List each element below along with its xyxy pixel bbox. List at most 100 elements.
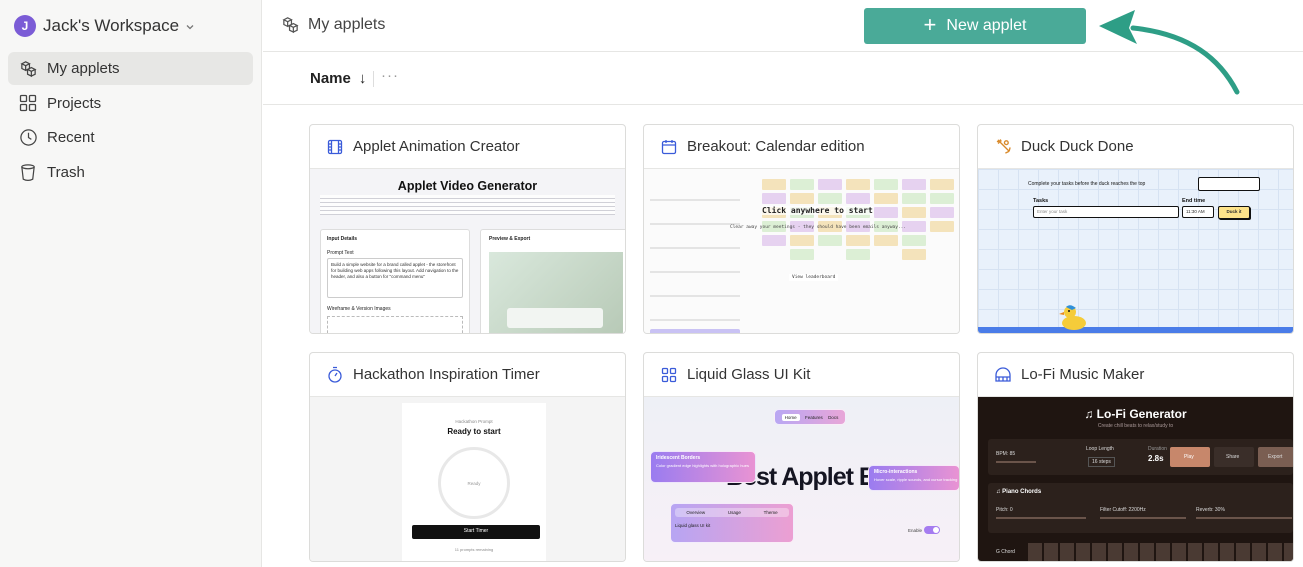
timer-panel: Hackathon Prompt Ready to start Ready St… (402, 403, 546, 561)
arrow-down-icon: ↓ (358, 70, 367, 87)
sidebar-item-recent[interactable]: Recent (8, 121, 253, 154)
calendar-column (874, 179, 898, 249)
wireframe-label: Wireframe & Version Images (327, 306, 391, 312)
hint-text: Clear away your meetings - they should h… (730, 225, 907, 230)
card-header: Breakout: Calendar edition (644, 125, 959, 169)
end-time-label: End time (1182, 198, 1206, 204)
share-button: Share (1214, 447, 1254, 467)
sidebar-stats (650, 177, 740, 327)
chevron-down-icon (186, 25, 194, 30)
time-input: 11:30 AM (1182, 206, 1214, 218)
sidebar-item-trash[interactable]: Trash (8, 156, 253, 189)
card-title: Hackathon Inspiration Timer (353, 366, 540, 383)
lofi-controls: BPM: 85 Loop Length 16 steps Duration 2.… (988, 439, 1293, 475)
card-title: Lo-Fi Music Maker (1021, 366, 1145, 383)
glass-panel: Overview Usage Theme Liquid glass UI kit (670, 503, 794, 543)
card-title: Liquid Glass UI Kit (687, 366, 811, 383)
divider (373, 71, 374, 87)
preview-label: Preview & Export (489, 236, 531, 242)
paddle (650, 329, 740, 333)
new-applet-button[interactable]: + New applet (864, 8, 1086, 44)
tasks-label: Tasks (1033, 198, 1049, 204)
card-preview: Click anywhere to start Clear away your … (644, 169, 959, 333)
leaderboard-link: View leaderboard (789, 274, 839, 281)
toggle-switch (924, 526, 940, 534)
toggle-label: Enable (908, 528, 923, 533)
glass-tab: Usage (727, 510, 741, 515)
loop-label: Loop Length (1086, 446, 1114, 452)
step-sequencer (1028, 543, 1293, 561)
glass-card: Micro-interactions Hover scale, ripple s… (868, 465, 959, 491)
grid-icon (18, 93, 38, 113)
plus-icon: + (923, 12, 937, 37)
sidebar-item-label: Projects (47, 94, 102, 112)
sidebar: J Jack's Workspace My applets Projects R… (0, 0, 262, 567)
more-options-button[interactable]: ··· (381, 67, 399, 84)
input-label: Input Details (327, 236, 358, 242)
start-timer-button: Start Timer (412, 525, 540, 539)
timer-heading: Ready to start (447, 427, 501, 436)
applets-icon (18, 59, 38, 79)
prompt-caption: Hackathon Prompt (455, 419, 493, 424)
applet-card[interactable]: Hackathon Inspiration Timer Hackathon Pr… (309, 352, 626, 562)
lofi-subtitle: Create chill beats to relax/study to (1097, 423, 1174, 429)
card-preview: Complete your tasks before the duck reac… (978, 169, 1293, 333)
calendar-column (930, 179, 954, 235)
applet-card[interactable]: Duck Duck Done Complete your tasks befor… (977, 124, 1294, 334)
glass-tab: Home (781, 413, 800, 421)
filter-label: Filter Cutoff: 2200Hz (1100, 507, 1146, 513)
duck-icon (994, 138, 1012, 156)
card-preview: Home Features Docs Best Applet Ev Irides… (644, 397, 959, 561)
trash-icon (18, 162, 38, 182)
sidebar-item-label: Trash (47, 163, 85, 181)
glass-tab: Theme (763, 510, 778, 515)
pitch-label: Pitch: 0 (996, 507, 1013, 513)
applets-icon (282, 17, 299, 34)
applet-card[interactable]: Breakout: Calendar edition Click anywher… (643, 124, 960, 334)
workspace-name: Jack's Workspace (43, 16, 180, 35)
video-preview (489, 252, 623, 333)
water-bar (978, 327, 1293, 333)
sidebar-item-label: Recent (47, 129, 95, 146)
sidebar-item-my-applets[interactable]: My applets (8, 52, 253, 85)
chord-label: G Chord (996, 549, 1015, 555)
prompt-label: Prompt Text (327, 250, 354, 256)
prompt-textarea: Build a simple website for a brand calle… (327, 258, 463, 298)
kit-label: Liquid glass UI kit (675, 523, 711, 528)
loop-select: 16 steps (1088, 457, 1115, 467)
glass-card-title: Micro-interactions (874, 469, 918, 475)
workspace-switcher[interactable]: J Jack's Workspace (14, 13, 195, 39)
applet-card[interactable]: Lo-Fi Music Maker ♫ Lo-Fi Generator Crea… (977, 352, 1294, 562)
card-title: Breakout: Calendar edition (687, 138, 865, 155)
card-preview: ♫ Lo-Fi Generator Create chill beats to … (978, 397, 1293, 561)
film-icon (326, 138, 344, 156)
sort-by-name-button[interactable]: Name ↓ (310, 70, 366, 87)
glass-card-text: Hover scale, ripple sounds, and cursor t… (874, 477, 958, 482)
glass-card-title: Iridescent Borders (656, 455, 701, 461)
glass-card: Iridescent Borders Color gradient edge h… (650, 451, 756, 483)
workspace-avatar: J (14, 15, 36, 37)
duration-value: 2.8s (1148, 454, 1164, 463)
card-header: Applet Animation Creator (310, 125, 625, 169)
card-preview: Applet Video Generator Input Details Pro… (310, 169, 625, 333)
card-header: Liquid Glass UI Kit (644, 353, 959, 397)
duck-sprite-icon (1059, 305, 1086, 330)
sort-label: Name (310, 70, 351, 87)
duration-label: Duration (1148, 446, 1167, 452)
card-header: Lo-Fi Music Maker (978, 353, 1293, 397)
applet-card[interactable]: Liquid Glass UI Kit Home Features Docs B… (643, 352, 960, 562)
start-message: Click anywhere to start (762, 206, 873, 215)
card-title: Applet Animation Creator (353, 138, 520, 155)
calendar-icon (660, 138, 678, 156)
play-button: Play (1170, 447, 1210, 467)
prompts-remaining: 11 prompts remaining (454, 547, 494, 552)
glass-tabs: Overview Usage Theme (675, 508, 789, 517)
ring-label: Ready (467, 481, 481, 486)
mode-tabs (1198, 177, 1260, 191)
grid-icon (660, 366, 678, 384)
sidebar-item-projects[interactable]: Projects (8, 87, 253, 120)
export-button: Export (1258, 447, 1293, 467)
applet-card[interactable]: Applet Animation Creator Applet Video Ge… (309, 124, 626, 334)
piano-icon (994, 366, 1012, 384)
glass-tab: Features (804, 414, 823, 420)
